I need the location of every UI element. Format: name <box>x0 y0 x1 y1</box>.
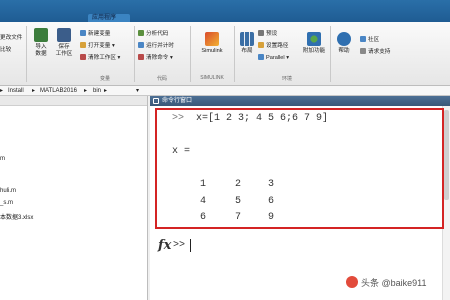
new-variable-button[interactable]: 新建变量 <box>80 30 110 38</box>
path-dropdown-icon[interactable]: ▾ <box>136 86 139 96</box>
function-browser-icon[interactable]: fx <box>158 238 171 253</box>
ribbon-divider <box>26 26 27 82</box>
toutiao-logo-icon <box>346 276 358 288</box>
ribbon-divider <box>134 26 135 82</box>
analyze-code-icon <box>138 30 144 36</box>
save-icon <box>57 28 71 42</box>
active-command-prompt: >> <box>173 240 186 251</box>
tab-plots[interactable] <box>40 14 62 22</box>
request-support-button[interactable]: 请求支持 <box>360 48 390 56</box>
help-icon <box>337 32 351 46</box>
clear-commands-icon <box>138 54 144 60</box>
simulink-icon <box>205 32 219 46</box>
import-data-button[interactable]: 导入 数据 <box>30 28 52 58</box>
watermark: 头条 @baike911 <box>346 276 427 289</box>
window-icon <box>153 98 159 104</box>
ribbon-divider <box>190 26 191 82</box>
scrollbar-thumb[interactable] <box>444 110 449 200</box>
open-variable-button[interactable]: 打开变量 ▾ <box>80 42 115 50</box>
path-separator: ▸ <box>0 88 4 94</box>
current-folder-path[interactable]: ▸ Install ▸ MATLAB2016 ▸ bin ▸ ▾ <box>0 86 450 96</box>
layout-icon <box>240 32 254 46</box>
ribbon-divider <box>330 26 331 82</box>
red-highlight-box <box>155 108 444 229</box>
run-and-time-button[interactable]: 运行并计时 <box>138 42 174 50</box>
file-item[interactable]: m <box>0 156 5 162</box>
group-label-code: 代码 <box>156 76 167 82</box>
clear-commands-button[interactable]: 清除命令 ▾ <box>138 54 173 62</box>
group-label-environment: 环境 <box>281 76 292 82</box>
compare-partial[interactable]: 比较 <box>0 46 11 54</box>
analyze-code-button[interactable]: 分析代码 <box>138 30 168 38</box>
open-variable-icon <box>80 42 86 48</box>
clear-workspace-button[interactable]: 清除工作区 ▾ <box>80 54 120 62</box>
community-icon <box>360 36 366 42</box>
run-and-time-icon <box>138 42 144 48</box>
file-item[interactable]: 本数据3.xlsx <box>0 212 33 221</box>
command-window-title: 命令行窗口 <box>150 96 450 106</box>
file-item[interactable]: huli.m <box>0 188 16 194</box>
new-variable-icon <box>80 30 86 36</box>
group-label-simulink: SIMULINK <box>200 75 224 81</box>
compare-files-partial[interactable]: 更改文件 <box>0 34 22 42</box>
help-button[interactable]: 帮助 <box>333 32 355 55</box>
path-separator: ▸ <box>104 88 108 94</box>
tab-apps[interactable]: 应用程序 <box>88 14 130 22</box>
save-workspace-button[interactable]: 保存 工作区 <box>52 28 76 58</box>
file-item[interactable]: _s.m <box>0 200 13 206</box>
preferences-button[interactable]: 预设 <box>258 30 277 38</box>
addons-icon <box>307 32 321 46</box>
addons-button[interactable]: 附加功能 <box>300 32 328 55</box>
current-folder-panel: m huli.m _s.m 本数据3.xlsx <box>0 96 148 300</box>
tab-extra[interactable] <box>66 14 88 22</box>
simulink-button[interactable]: Simulink <box>195 32 229 55</box>
import-icon <box>34 28 48 42</box>
community-button[interactable]: 社区 <box>360 36 379 44</box>
set-path-button[interactable]: 设置路径 <box>258 42 288 50</box>
text-cursor <box>190 239 191 252</box>
folder-icon <box>258 42 264 48</box>
path-separator: ▸ <box>84 88 88 94</box>
ribbon-tab-strip: 应用程序 <box>0 0 450 22</box>
path-segment-matlab[interactable]: MATLAB2016 <box>40 86 77 96</box>
gear-icon <box>258 30 264 36</box>
group-label-variable: 变量 <box>99 76 110 82</box>
ribbon-divider <box>234 26 235 82</box>
path-segment-bin[interactable]: bin <box>93 86 101 96</box>
parallel-icon <box>258 54 264 60</box>
tab-home[interactable] <box>0 14 36 22</box>
parallel-button[interactable]: Parallel ▾ <box>258 54 289 62</box>
ribbon: 更改文件 比较 导入 数据 保存 工作区 新建变量 打开变量 ▾ 清除工作区 ▾ 变… <box>0 22 450 86</box>
support-icon <box>360 48 366 54</box>
current-folder-header <box>0 96 147 106</box>
layout-button[interactable]: 布局 <box>236 32 258 55</box>
path-segment-install[interactable]: Install <box>8 86 24 96</box>
path-separator: ▸ <box>32 88 36 94</box>
clear-workspace-icon <box>80 54 86 60</box>
